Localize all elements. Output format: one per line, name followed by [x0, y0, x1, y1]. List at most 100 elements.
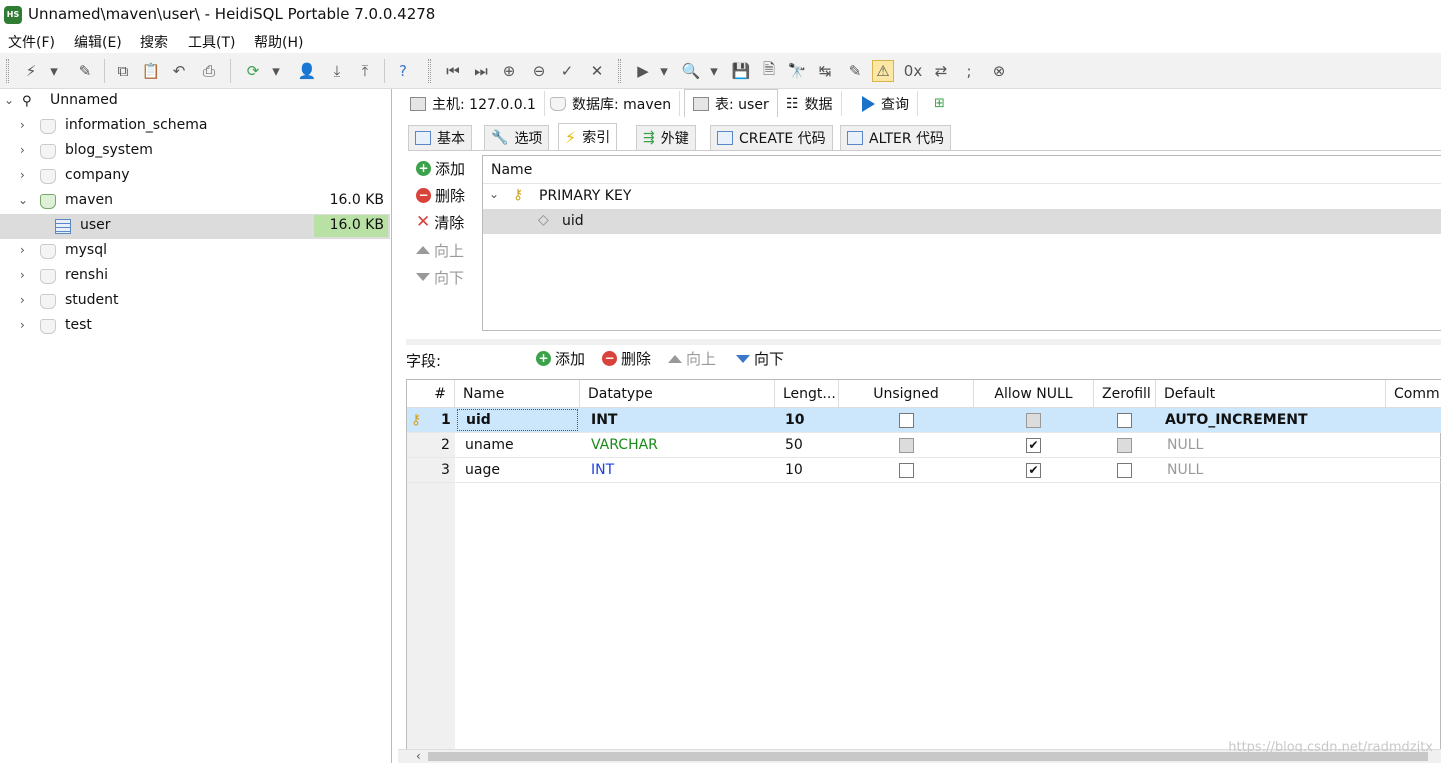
menu-search[interactable]: 搜索	[140, 32, 168, 52]
field-name-cell[interactable]: uid	[457, 409, 578, 431]
run-icon[interactable]: ▶	[632, 60, 654, 82]
move-field-down-button[interactable]: 向下	[736, 348, 784, 369]
chevron-right-icon[interactable]: ›	[20, 268, 25, 282]
field-default-cell[interactable]: NULL	[1167, 462, 1203, 478]
splitter[interactable]	[406, 339, 1441, 345]
menu-help[interactable]: 帮助(H)	[254, 32, 303, 52]
menu-file[interactable]: 文件(F)	[8, 32, 55, 52]
wrap-icon[interactable]: ⇄	[930, 60, 952, 82]
col-header-datatype[interactable]: Datatype	[580, 380, 775, 408]
toolbar-grip[interactable]	[6, 59, 9, 83]
col-header-num[interactable]: #	[407, 380, 455, 408]
toolbar-grip[interactable]	[428, 59, 431, 83]
col-header-default[interactable]: Default	[1156, 380, 1386, 408]
field-default-cell[interactable]: NULL	[1167, 437, 1203, 453]
move-field-up-button[interactable]: 向上	[668, 348, 716, 369]
disconnect-icon[interactable]: ✎	[74, 60, 96, 82]
chevron-right-icon[interactable]: ›	[20, 293, 25, 307]
unsigned-checkbox[interactable]	[899, 438, 914, 453]
tree-root[interactable]: ⌄ ⚲ Unnamed	[0, 89, 390, 114]
tab-host[interactable]: 主机: 127.0.0.1	[402, 91, 545, 116]
export-icon[interactable]: ⤓	[326, 60, 348, 82]
table-row[interactable]: 2 uname VARCHAR 50 ✔ NULL	[407, 433, 1441, 458]
unsigned-checkbox[interactable]	[899, 413, 914, 428]
add-field-button[interactable]: + 添加	[536, 348, 585, 369]
tree-item-company[interactable]: › company	[0, 164, 390, 189]
field-length-cell[interactable]: 10	[785, 462, 803, 478]
tree-item-renshi[interactable]: › renshi	[0, 264, 390, 289]
col-header-unsigned[interactable]: Unsigned	[839, 380, 974, 408]
hex-icon[interactable]: 0x	[902, 60, 924, 82]
move-index-up-button[interactable]: 向上	[416, 239, 464, 261]
tab-new-query[interactable]: ⊞	[926, 91, 953, 116]
tree-item-maven[interactable]: ⌄ maven 16.0 KB	[0, 189, 390, 214]
find-icon[interactable]: 🔭	[786, 60, 808, 82]
delete-index-button[interactable]: − 删除	[416, 184, 465, 206]
dropdown-arrow-icon[interactable]: ▾	[658, 60, 670, 82]
menu-tools[interactable]: 工具(T)	[188, 32, 235, 52]
chevron-right-icon[interactable]: ›	[20, 243, 25, 257]
help-icon[interactable]: ?	[392, 60, 414, 82]
close-tab-icon[interactable]: ⊗	[988, 60, 1010, 82]
clear-indexes-button[interactable]: ✕ 清除	[416, 211, 464, 233]
toolbar-grip[interactable]	[618, 59, 621, 83]
refresh-icon[interactable]: ⟳	[242, 60, 264, 82]
tab-table[interactable]: 表: user	[684, 89, 778, 117]
chevron-down-icon[interactable]: ⌄	[4, 93, 14, 107]
undo-icon[interactable]: ↶	[168, 60, 190, 82]
delete-record-icon[interactable]: ⊖	[528, 60, 550, 82]
replace-icon[interactable]: ↹	[814, 60, 836, 82]
index-name-header[interactable]: Name	[491, 162, 532, 178]
chevron-right-icon[interactable]: ›	[20, 143, 25, 157]
tree-item-blog-system[interactable]: › blog_system	[0, 139, 390, 164]
unsigned-checkbox[interactable]	[899, 463, 914, 478]
cancel-icon[interactable]: ✕	[586, 60, 608, 82]
chevron-down-icon[interactable]: ⌄	[18, 193, 28, 207]
col-header-zerofill[interactable]: Zerofill	[1094, 380, 1156, 408]
tab-indexes[interactable]: ⚡ 索引	[558, 123, 618, 150]
allow-null-checkbox[interactable]: ✔	[1026, 438, 1041, 453]
tab-foreign-keys[interactable]: ⇶ 外键	[636, 125, 696, 150]
col-header-comment[interactable]: Comm	[1386, 380, 1441, 408]
tab-options[interactable]: 🔧 选项	[484, 125, 550, 150]
zerofill-checkbox[interactable]	[1117, 463, 1132, 478]
add-index-button[interactable]: + 添加	[416, 157, 465, 179]
tree-item-student[interactable]: › student	[0, 289, 390, 314]
tree-item-information-schema[interactable]: › information_schema	[0, 114, 390, 139]
field-datatype-cell[interactable]: VARCHAR	[591, 437, 658, 453]
warning-icon[interactable]: ⚠	[872, 60, 894, 82]
col-header-name[interactable]: Name	[455, 380, 580, 408]
scroll-left-icon[interactable]: ‹	[416, 749, 421, 763]
tab-create-code[interactable]: CREATE 代码	[710, 125, 833, 150]
col-header-length[interactable]: Lengt...	[775, 380, 839, 408]
tab-basic[interactable]: 基本	[408, 125, 472, 150]
allow-null-checkbox[interactable]: ✔	[1026, 463, 1041, 478]
index-row-column[interactable]: ◇ uid	[483, 209, 1441, 234]
format-icon[interactable]: ✎	[844, 60, 866, 82]
chevron-down-icon[interactable]: ⌄	[489, 187, 499, 201]
field-datatype-cell[interactable]: INT	[591, 462, 614, 478]
users-icon[interactable]: 👤	[296, 60, 318, 82]
explain-icon[interactable]: 🔍	[680, 60, 702, 82]
allow-null-checkbox[interactable]	[1026, 413, 1041, 428]
index-row-primary-key[interactable]: ⌄ ⚷ PRIMARY KEY	[483, 184, 1441, 209]
chevron-right-icon[interactable]: ›	[20, 168, 25, 182]
delete-field-button[interactable]: − 删除	[602, 348, 651, 369]
field-length-cell[interactable]: 10	[785, 412, 804, 428]
connect-icon[interactable]: ⚡	[20, 60, 42, 82]
field-name-cell[interactable]: uage	[465, 462, 500, 478]
last-record-icon[interactable]: ⏭	[470, 60, 492, 82]
insert-record-icon[interactable]: ⊕	[498, 60, 520, 82]
field-length-cell[interactable]: 50	[785, 437, 803, 453]
chevron-right-icon[interactable]: ›	[20, 118, 25, 132]
tab-alter-code[interactable]: ALTER 代码	[840, 125, 952, 150]
field-name-cell[interactable]: uname	[465, 437, 514, 453]
save-icon[interactable]: 💾	[730, 60, 752, 82]
dropdown-arrow-icon[interactable]: ▾	[270, 60, 282, 82]
chevron-right-icon[interactable]: ›	[20, 318, 25, 332]
col-header-allow-null[interactable]: Allow NULL	[974, 380, 1094, 408]
tab-data[interactable]: ☷ 数据	[778, 91, 842, 116]
tree-item-test[interactable]: › test	[0, 314, 390, 339]
tab-database[interactable]: 数据库: maven	[542, 91, 681, 116]
menu-edit[interactable]: 编辑(E)	[74, 32, 122, 52]
